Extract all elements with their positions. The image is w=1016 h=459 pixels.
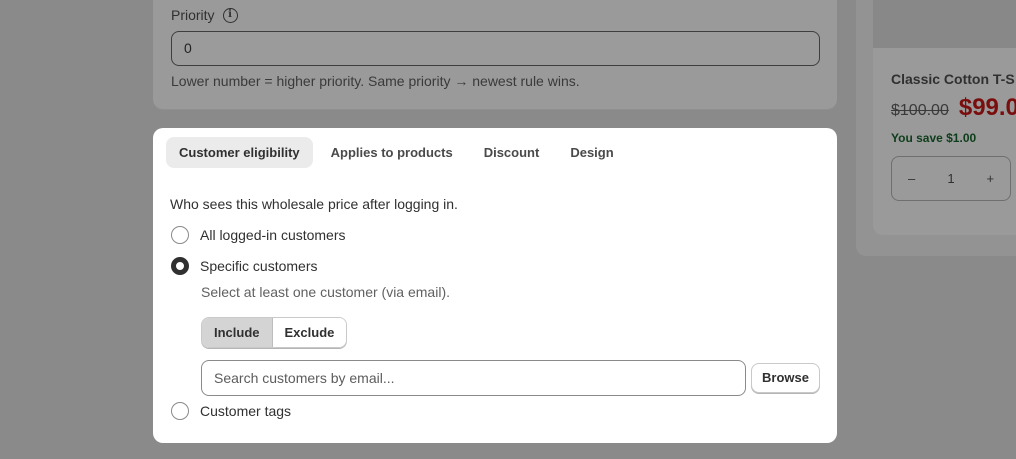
radio-button-checked[interactable]: [171, 257, 189, 275]
priority-label-row: Priority i: [171, 7, 238, 23]
plus-icon[interactable]: +: [971, 171, 1010, 186]
priority-help-text: Lower number = higher priority. Same pri…: [171, 73, 580, 89]
option-all-logged-in[interactable]: All logged-in customers: [171, 226, 346, 244]
info-icon[interactable]: i: [222, 7, 238, 23]
minus-icon[interactable]: –: [892, 171, 931, 186]
priority-label: Priority: [171, 7, 215, 23]
app-stage: Priority i 0 Lower number = higher prior…: [0, 0, 1016, 459]
tab-applies-to-products[interactable]: Applies to products: [318, 137, 466, 168]
product-title: Classic Cotton T-S: [891, 71, 1015, 87]
radio-button[interactable]: [171, 226, 189, 244]
savings-text: You save $1.00: [891, 131, 977, 145]
product-image: [873, 0, 1016, 48]
customer-eligibility-modal: Customer eligibility Applies to products…: [153, 128, 837, 443]
include-button[interactable]: Include: [202, 318, 273, 347]
quantity-value[interactable]: 1: [931, 171, 970, 186]
tab-discount[interactable]: Discount: [471, 137, 553, 168]
sale-price: $99.0: [958, 94, 1016, 121]
option-label[interactable]: All logged-in customers: [200, 227, 346, 243]
quantity-stepper[interactable]: – 1 +: [891, 156, 1011, 201]
product-preview-card: Classic Cotton T-S $100.00 $99.0 You sav…: [873, 0, 1016, 235]
option-label[interactable]: Specific customers: [200, 258, 317, 274]
tab-bar: Customer eligibility Applies to products…: [166, 137, 632, 168]
price-row: $100.00 $99.0: [891, 94, 1016, 122]
tab-design[interactable]: Design: [557, 137, 626, 168]
customer-search-input[interactable]: Search customers by email...: [201, 360, 746, 396]
radio-button[interactable]: [171, 402, 189, 420]
browse-button[interactable]: Browse: [751, 363, 820, 393]
exclude-button[interactable]: Exclude: [272, 318, 347, 347]
option-customer-tags[interactable]: Customer tags: [171, 402, 291, 420]
option-label[interactable]: Customer tags: [200, 403, 291, 419]
priority-input[interactable]: 0: [171, 31, 820, 66]
include-exclude-toggle: Include Exclude: [201, 317, 348, 348]
option-specific-customers[interactable]: Specific customers: [171, 257, 317, 275]
tab-customer-eligibility[interactable]: Customer eligibility: [166, 137, 313, 168]
original-price: $100.00: [891, 102, 949, 119]
specific-customers-help: Select at least one customer (via email)…: [201, 284, 450, 300]
eligibility-description: Who sees this wholesale price after logg…: [170, 196, 458, 212]
